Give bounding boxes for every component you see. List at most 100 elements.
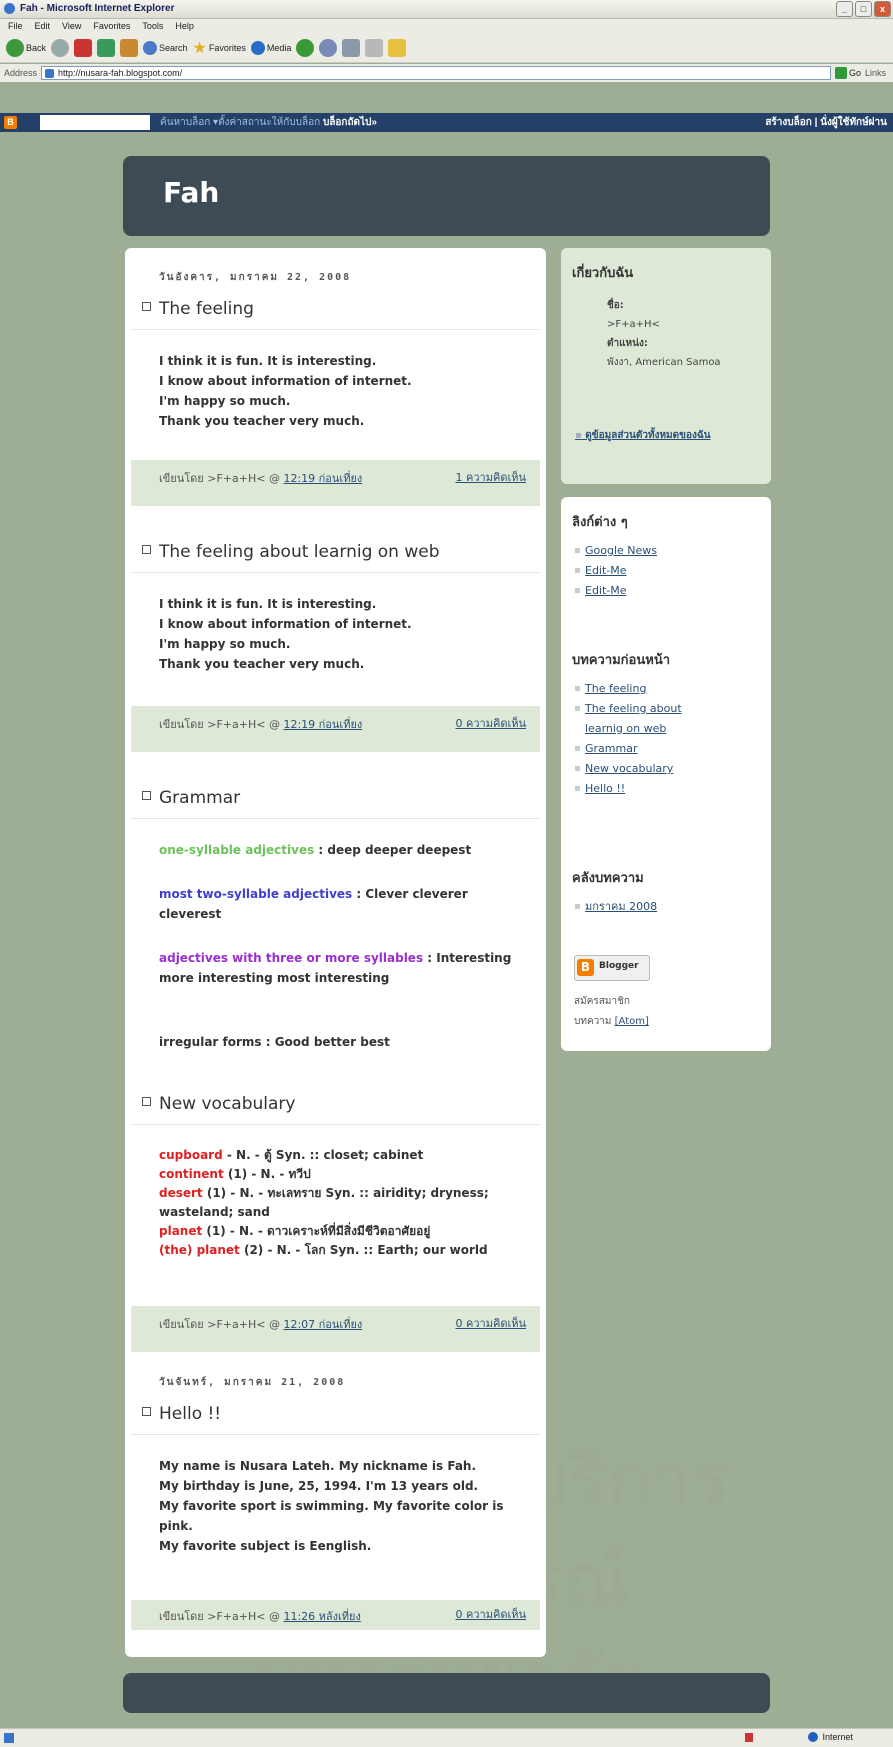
links-list: Google News Edit-Me Edit-Me (573, 541, 657, 601)
history-icon[interactable] (296, 38, 315, 57)
post-title[interactable]: Hello !! (142, 1404, 221, 1424)
menu-favorites[interactable]: Favorites (93, 19, 130, 33)
blogger-icon: B (577, 959, 594, 976)
divider (131, 329, 540, 330)
window-titlebar: Fah - Microsoft Internet Explorer _ □ x (0, 0, 893, 19)
favorites-button[interactable]: ★ Favorites (193, 38, 246, 58)
post-footer: เขียนโดย >F+a+H< @ 12:07 ก่อนเที่ยง 0 คว… (131, 1306, 540, 1352)
media-button[interactable]: Media (250, 40, 291, 55)
blog-header: Fah (123, 156, 770, 236)
post-title[interactable]: Grammar (142, 788, 240, 808)
close-button[interactable]: x (874, 1, 891, 17)
archive-list: มกราคม 2008 (573, 897, 657, 917)
post-time-link[interactable]: 11:26 หลังเที่ยง (283, 1610, 360, 1623)
date-header: วันอังคาร, มกราคม 22, 2008 (159, 272, 352, 283)
navbar-right-links[interactable]: สร้างบล็อก | นั่งผู้ใช้ทักษ์ผ่าน (765, 113, 887, 132)
profile-location: พังงา, American Samoa (607, 357, 721, 368)
comments-link[interactable]: 1 ความคิดเห็น (446, 469, 527, 487)
archive-heading: คลังบทความ (572, 871, 644, 886)
divider (131, 572, 540, 573)
list-item[interactable]: New vocabulary (573, 759, 723, 779)
menu-help[interactable]: Help (175, 19, 194, 33)
post-time-link[interactable]: 12:19 ก่อนเที่ยง (283, 472, 362, 485)
post-body: My name is Nusara Lateh. My nickname is … (159, 1459, 504, 1553)
post-title[interactable]: The feeling (142, 299, 254, 319)
menu-view[interactable]: View (62, 19, 81, 33)
list-item[interactable]: Google News (573, 541, 657, 561)
previous-posts-heading: บทความก่อนหน้า (572, 653, 671, 668)
powered-by-blogger-badge[interactable]: B Blogger (574, 955, 650, 981)
comments-link[interactable]: 0 ความคิดเห็น (446, 1315, 527, 1333)
security-icon (745, 1733, 753, 1742)
post-time-link[interactable]: 12:19 ก่อนเที่ยง (283, 718, 362, 731)
subscribe-label: สมัครสมาชิก (574, 996, 630, 1007)
comments-link[interactable]: 0 ความคิดเห็น (456, 1606, 527, 1624)
home-icon[interactable] (120, 38, 139, 57)
post-footer: เขียนโดย >F+a+H< @ 12:19 ก่อนเที่ยง 1 คว… (131, 460, 540, 506)
refresh-icon[interactable] (97, 38, 116, 57)
links-heading: ลิงก์ต่าง ๆ (572, 515, 628, 530)
search-button[interactable]: Search (143, 40, 188, 55)
browser-toolbar: Back Search ★ Favorites Media (0, 33, 893, 63)
view-profile-link[interactable]: ดูข้อมูลส่วนตัวทั้งหมดของฉัน (575, 426, 755, 446)
page-icon (4, 1733, 14, 1743)
list-item[interactable]: Grammar (573, 739, 723, 759)
list-item[interactable]: The feeling (573, 679, 723, 699)
post-body: I think it is fun. It is interesting. I … (159, 597, 412, 671)
back-button[interactable]: Back (6, 38, 46, 57)
list-item[interactable]: The feeling about learnig on web (573, 699, 723, 739)
stop-icon[interactable] (74, 38, 93, 57)
go-button[interactable]: Go (835, 67, 861, 79)
navbar-links[interactable]: ค้นหาบล็อก ▾ตั้งค่าสถานะให้กับบล็อก บล็อ… (160, 113, 377, 132)
post-title[interactable]: New vocabulary (142, 1094, 295, 1114)
address-label: Address (4, 68, 38, 78)
search-icon (143, 40, 158, 55)
menu-tools[interactable]: Tools (142, 19, 163, 33)
previous-posts-list: The feeling The feeling about learnig on… (573, 679, 723, 799)
folder-icon[interactable] (388, 38, 407, 57)
blog-search-input[interactable] (40, 115, 150, 130)
post-time-link[interactable]: 12:07 ก่อนเที่ยง (283, 1318, 362, 1331)
post-title[interactable]: The feeling about learnig on web (142, 542, 440, 562)
date-header: วันจันทร์, มกราคม 21, 2008 (159, 1377, 346, 1388)
menu-bar: File Edit View Favorites Tools Help (0, 19, 893, 33)
atom-feed-link[interactable]: [Atom] (615, 1016, 649, 1027)
minimize-button[interactable]: _ (836, 1, 853, 17)
list-item[interactable]: Edit-Me (573, 581, 657, 601)
divider (131, 818, 540, 819)
forward-arrow-icon[interactable] (51, 38, 70, 57)
globe-icon (808, 1732, 819, 1742)
profile-box: เกี่ยวกับฉัน ชื่อ: >F+a+H< ตำแหน่ง: พังง… (561, 248, 771, 484)
name-label: ชื่อ: (607, 300, 624, 311)
menu-edit[interactable]: Edit (35, 19, 51, 33)
maximize-button[interactable]: □ (855, 1, 872, 17)
comments-link[interactable]: 0 ความคิดเห็น (446, 715, 527, 733)
post-footer: เขียนโดย >F+a+H< @ 11:26 หลังเที่ยง 0 คว… (131, 1600, 540, 1630)
address-bar: Address http://nusara-fah.blogspot.com/ … (0, 64, 893, 82)
list-item[interactable]: มกราคม 2008 (573, 897, 657, 917)
main-column: วันอังคาร, มกราคม 22, 2008 The feeling I… (125, 248, 546, 1657)
address-input[interactable]: http://nusara-fah.blogspot.com/ (41, 66, 832, 80)
links-label[interactable]: Links (865, 68, 886, 78)
blogger-logo-icon[interactable]: B (4, 116, 17, 129)
post-body: cupboard - N. - ตู้ Syn. :: closet; cabi… (159, 1148, 489, 1257)
back-arrow-icon (6, 38, 24, 57)
ie-icon (4, 3, 15, 14)
post-body: one-syllable adjectives : deep deeper de… (159, 843, 512, 1049)
subscribe-block: สมัครสมาชิก บทความ [Atom] (574, 992, 649, 1032)
next-blog-link[interactable]: บล็อกถัดไป» (323, 117, 377, 128)
security-zone: Internet (808, 1732, 853, 1742)
list-item[interactable]: Edit-Me (573, 561, 657, 581)
list-item[interactable]: Hello !! (573, 779, 723, 799)
profile-name: >F+a+H< (607, 319, 660, 330)
blog-title[interactable]: Fah (163, 176, 219, 209)
profile-heading: เกี่ยวกับฉัน (572, 266, 634, 281)
post-author: เขียนโดย >F+a+H< @ 11:26 หลังเที่ยง (159, 1610, 361, 1623)
menu-file[interactable]: File (8, 19, 23, 33)
post-author: เขียนโดย >F+a+H< @ 12:19 ก่อนเที่ยง (159, 472, 363, 485)
window-controls: _ □ x (836, 1, 891, 17)
post-body: I think it is fun. It is interesting. I … (159, 354, 412, 428)
print-icon[interactable] (342, 38, 361, 57)
edit-icon[interactable] (365, 38, 384, 57)
mail-icon[interactable] (319, 38, 338, 57)
